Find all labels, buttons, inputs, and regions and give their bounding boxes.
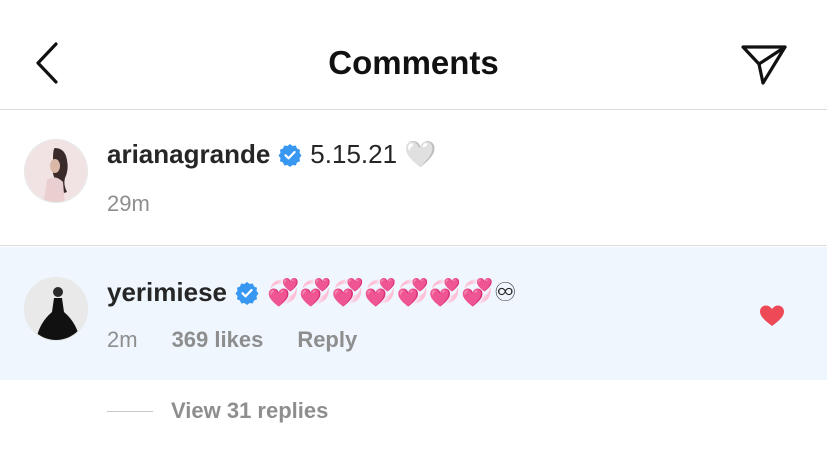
comment-meta: 2m 369 likes Reply <box>107 327 391 353</box>
timestamp: 29m <box>107 191 150 216</box>
avatar[interactable] <box>24 277 88 341</box>
page-title: Comments <box>328 44 499 81</box>
comment-line: yerimiese 💞💞💞💞💞💞💞♾ <box>107 277 517 308</box>
likes-count[interactable]: 369 likes <box>172 327 264 353</box>
avatar[interactable] <box>24 139 88 203</box>
share-button[interactable] <box>739 42 789 86</box>
post-caption: arianagrande 5.15.21 🤍 29m <box>0 111 827 246</box>
verified-badge-icon <box>235 281 259 305</box>
username-link[interactable]: arianagrande <box>107 139 270 170</box>
avatar-photo <box>25 140 87 202</box>
username-link[interactable]: yerimiese <box>107 277 227 308</box>
paper-plane-icon <box>741 45 787 85</box>
reply-button[interactable]: Reply <box>297 327 357 353</box>
timestamp: 2m <box>107 327 138 352</box>
like-button[interactable] <box>759 304 785 328</box>
comment-text: 💞💞💞💞💞💞💞♾ <box>266 277 517 307</box>
caption-meta: 29m <box>107 191 184 217</box>
heart-filled-icon <box>760 305 784 326</box>
comment-item: yerimiese 💞💞💞💞💞💞💞♾ 2m 369 likes Reply <box>0 247 827 380</box>
view-replies-button[interactable]: View 31 replies <box>107 398 328 424</box>
view-replies-label: View 31 replies <box>171 398 329 423</box>
comments-header: Comments <box>0 0 827 110</box>
verified-badge-icon <box>278 143 302 167</box>
caption-text: 5.15.21 🤍 <box>310 139 437 169</box>
avatar-photo <box>25 278 87 340</box>
caption-line: arianagrande 5.15.21 🤍 <box>107 139 437 170</box>
replies-divider <box>107 410 153 412</box>
